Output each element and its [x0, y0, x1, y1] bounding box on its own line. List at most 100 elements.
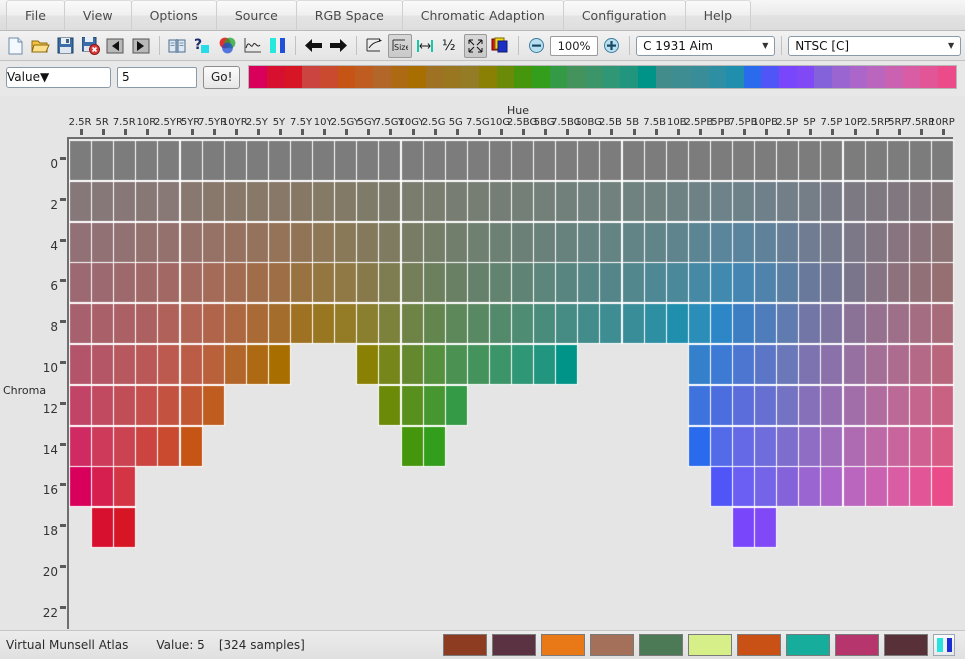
hue-tick-mark	[698, 129, 702, 135]
arrow-right-icon[interactable]	[327, 34, 350, 58]
hue-strip-cell[interactable]	[779, 66, 797, 88]
hue-strip-cell[interactable]	[832, 66, 850, 88]
value-input[interactable]: 5	[117, 66, 197, 88]
hue-strip-cell[interactable]	[267, 66, 285, 88]
hue-gradient-strip[interactable]	[248, 65, 957, 89]
book-icon[interactable]	[166, 34, 189, 58]
hue-tick-mark	[743, 129, 747, 135]
swatch-2[interactable]	[835, 634, 879, 656]
open-folder-icon[interactable]	[29, 34, 52, 58]
hue-tick-label: 2.5P	[776, 117, 799, 128]
hue-tick-label: 2.5RP	[861, 117, 891, 128]
size-icon[interactable]: Size	[388, 33, 412, 58]
menu-file[interactable]: File	[6, 0, 65, 30]
swatch-3[interactable]	[786, 634, 830, 656]
hue-strip-cell[interactable]	[673, 66, 691, 88]
hue-strip-cell[interactable]	[531, 66, 550, 88]
hue-strip-cell[interactable]	[814, 66, 833, 88]
toolbar-separator-3	[356, 36, 358, 55]
step-left-icon[interactable]	[104, 34, 127, 58]
go-button[interactable]: Go!	[203, 65, 241, 89]
swatch-5[interactable]	[688, 634, 732, 656]
hue-strip-cell[interactable]	[743, 66, 762, 88]
recent-color-swatches	[443, 634, 959, 656]
hue-strip-cell[interactable]	[726, 66, 744, 88]
swatch-7[interactable]	[590, 634, 634, 656]
hue-strip-cell[interactable]	[885, 66, 903, 88]
hue-strip-cell[interactable]	[620, 66, 638, 88]
hue-strip-cell[interactable]	[938, 66, 956, 88]
hue-strip-cell[interactable]	[514, 66, 532, 88]
save-icon[interactable]	[54, 34, 77, 58]
mode-select[interactable]: Value ▼	[6, 66, 111, 88]
color-picker-icon[interactable]	[933, 634, 955, 656]
fit-width-icon[interactable]	[414, 34, 437, 58]
chroma-tick-label: 8	[50, 320, 58, 335]
hue-strip-cell[interactable]	[496, 66, 515, 88]
hue-strip-cell[interactable]	[655, 66, 674, 88]
hue-strip-cell[interactable]	[478, 66, 497, 88]
hue-tick-mark	[588, 129, 592, 135]
menu-help[interactable]: Help	[684, 0, 752, 30]
hue-strip-cell[interactable]	[602, 66, 621, 88]
swatch-8[interactable]	[541, 634, 585, 656]
hue-strip-cell[interactable]	[637, 66, 656, 88]
swatch-6[interactable]	[639, 634, 683, 656]
zoom-level-field[interactable]: 100%	[550, 35, 599, 56]
hue-strip-cell[interactable]	[249, 66, 268, 88]
hue-strip-cell[interactable]	[796, 66, 815, 88]
menu-configuration[interactable]: Configuration	[562, 0, 686, 30]
new-document-icon[interactable]	[4, 34, 27, 58]
hue-strip-cell[interactable]	[920, 66, 939, 88]
hue-strip-cell[interactable]	[373, 66, 391, 88]
hue-strip-cell[interactable]	[337, 66, 356, 88]
arrow-left-icon[interactable]	[302, 34, 325, 58]
menu-options[interactable]: Options	[130, 0, 217, 30]
menu-source[interactable]: Source	[215, 0, 297, 30]
hue-strip-cell[interactable]	[867, 66, 886, 88]
illuminant-combo[interactable]: C 1931 Aim ▼	[636, 35, 776, 56]
hue-strip-cell[interactable]	[690, 66, 709, 88]
hue-strip-cell[interactable]	[284, 66, 303, 88]
hue-strip-cell[interactable]	[408, 66, 427, 88]
munsell-grid-canvas[interactable]	[0, 96, 965, 630]
hue-strip-cell[interactable]	[902, 66, 921, 88]
help-query-icon[interactable]: ?	[191, 34, 214, 58]
layers-icon[interactable]	[489, 34, 512, 58]
hue-strip-cell[interactable]	[302, 66, 321, 88]
hue-strip-cell[interactable]	[567, 66, 585, 88]
hue-strip-cell[interactable]	[390, 66, 409, 88]
hue-strip-cell[interactable]	[708, 66, 727, 88]
chroma-tick-mark	[60, 565, 66, 568]
menu-view[interactable]: View	[63, 0, 132, 30]
swatch-1[interactable]	[884, 634, 928, 656]
swatch-4[interactable]	[737, 634, 781, 656]
rgb-space-combo[interactable]: NTSC [C] ▼	[788, 35, 962, 56]
zoom-in-icon[interactable]	[600, 34, 623, 58]
swatch-9[interactable]	[492, 634, 536, 656]
hue-strip-cell[interactable]	[461, 66, 479, 88]
swatch-10[interactable]	[443, 634, 487, 656]
half-scale-icon[interactable]: ½	[439, 34, 462, 58]
fit-arrows-icon[interactable]	[363, 34, 386, 58]
step-right-icon[interactable]	[130, 34, 153, 58]
hue-tick-mark	[765, 129, 769, 135]
curve-graph-icon[interactable]	[241, 34, 264, 58]
menu-rgb-space[interactable]: RGB Space	[295, 0, 403, 30]
chroma-tick-label: 16	[42, 483, 58, 498]
zoom-out-icon[interactable]	[525, 34, 548, 58]
menu-chromatic-adaption[interactable]: Chromatic Adaption	[401, 0, 564, 30]
save-delete-icon[interactable]	[79, 34, 102, 58]
hue-strip-cell[interactable]	[426, 66, 444, 88]
hue-strip-cell[interactable]	[584, 66, 603, 88]
hue-strip-cell[interactable]	[849, 66, 868, 88]
color-wheel-icon[interactable]	[216, 34, 239, 58]
toolbar-separator-4	[517, 36, 519, 55]
hue-strip-cell[interactable]	[761, 66, 780, 88]
color-bars-icon[interactable]	[266, 34, 289, 58]
hue-strip-cell[interactable]	[443, 66, 462, 88]
hue-strip-cell[interactable]	[320, 66, 338, 88]
hue-strip-cell[interactable]	[355, 66, 374, 88]
expand-icon[interactable]	[463, 33, 487, 58]
hue-strip-cell[interactable]	[549, 66, 568, 88]
